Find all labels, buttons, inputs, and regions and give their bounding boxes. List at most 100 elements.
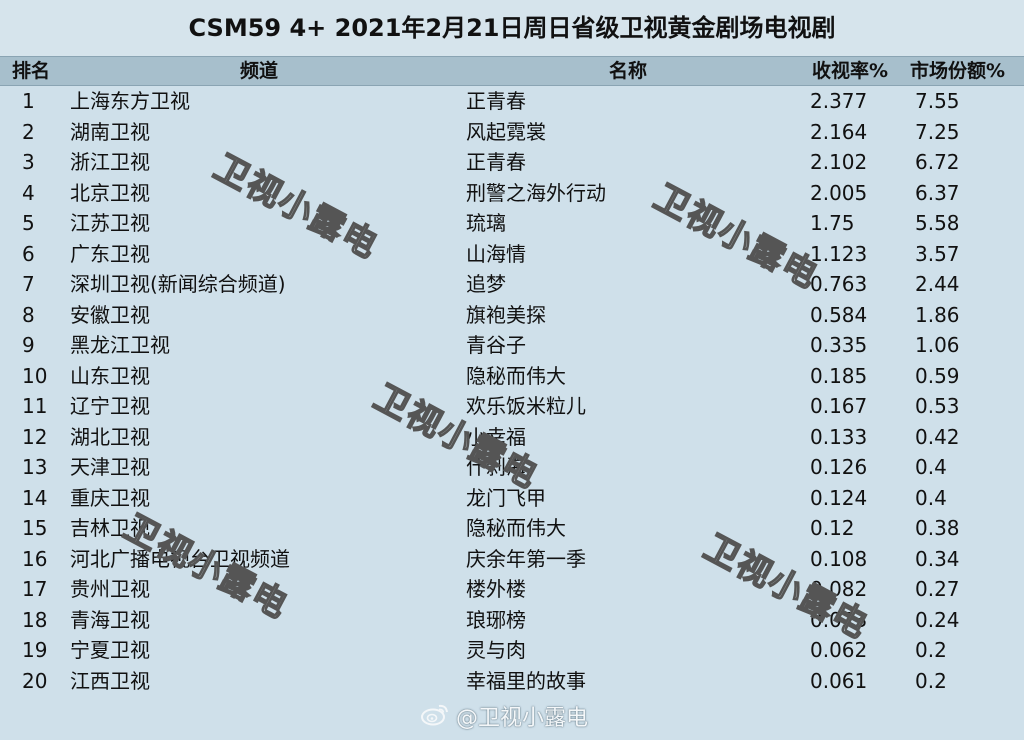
channel-cell: 河北广播电视台卫视频道 [70, 546, 290, 571]
table-row: 6 广东卫视 山海情 1.123 3.57 [0, 239, 1024, 270]
weibo-icon [420, 702, 450, 736]
table-row: 10 山东卫视 隐秘而伟大 0.185 0.59 [0, 361, 1024, 392]
rank-cell: 19 [22, 638, 48, 662]
table-row: 8 安徽卫视 旗袍美探 0.584 1.86 [0, 300, 1024, 331]
share-cell: 0.27 [915, 577, 960, 601]
share-cell: 7.25 [915, 119, 960, 144]
share-cell: 1.06 [915, 333, 960, 357]
table-row: 2 湖南卫视 风起霓裳 2.164 7.25 [0, 117, 1024, 148]
drama-cell: 什刹海 [466, 455, 526, 479]
rating-cell: 0.108 [810, 546, 868, 571]
table-row: 5 江苏卫视 琉璃 1.75 5.58 [0, 208, 1024, 239]
share-cell: 0.2 [915, 638, 947, 662]
share-cell: 3.57 [915, 241, 960, 266]
channel-cell: 浙江卫视 [70, 150, 150, 174]
share-cell: 7.55 [915, 89, 960, 113]
channel-cell: 重庆卫视 [70, 485, 150, 510]
rating-cell: 0.335 [810, 333, 868, 357]
share-cell: 0.34 [915, 546, 960, 571]
rank-cell: 13 [22, 455, 48, 479]
share-cell: 0.4 [915, 455, 947, 479]
table-row: 7 深圳卫视(新闻综合频道) 追梦 0.763 2.44 [0, 269, 1024, 300]
ratings-page: CSM59 4+ 2021年2月21日周日省级卫视黄金剧场电视剧 排名 频道 名… [0, 0, 1024, 740]
rank-cell: 9 [22, 333, 35, 357]
header-drama: 名称 [609, 60, 648, 82]
table-body: 1 上海东方卫视 正青春 2.377 7.55 2 湖南卫视 风起霓裳 2.164 7.25 3 浙江… [0, 86, 1024, 696]
channel-cell: 湖北卫视 [70, 424, 150, 449]
drama-cell: 青谷子 [466, 333, 526, 357]
table-row: 3 浙江卫视 正青春 2.102 6.72 [0, 147, 1024, 178]
drama-cell: 风起霓裳 [466, 119, 546, 144]
table-row: 11 辽宁卫视 欢乐饭米粒儿 0.167 0.53 [0, 391, 1024, 422]
rating-cell: 0.584 [810, 302, 868, 327]
rank-cell: 20 [22, 668, 48, 693]
channel-cell: 山东卫视 [70, 363, 150, 388]
channel-cell: 辽宁卫视 [70, 394, 150, 418]
drama-cell: 旗袍美探 [466, 302, 546, 327]
footer-watermark: @卫视小露电 [420, 702, 588, 734]
header-share: 市场份额% [910, 60, 1006, 82]
share-cell: 0.2 [915, 668, 947, 693]
rating-cell: 1.75 [810, 211, 855, 235]
table-row: 13 天津卫视 什刹海 0.126 0.4 [0, 452, 1024, 483]
channel-cell: 安徽卫视 [70, 302, 150, 327]
rating-cell: 0.133 [810, 424, 868, 449]
share-cell: 0.53 [915, 394, 960, 418]
channel-cell: 上海东方卫视 [70, 89, 190, 113]
drama-cell: 正青春 [466, 89, 526, 113]
rating-cell: 0.073 [810, 607, 868, 632]
share-cell: 0.59 [915, 363, 960, 388]
rating-cell: 0.062 [810, 638, 868, 662]
channel-cell: 北京卫视 [70, 180, 150, 205]
share-cell: 6.37 [915, 180, 960, 205]
rank-cell: 1 [22, 89, 35, 113]
share-cell: 0.38 [915, 516, 960, 540]
channel-cell: 天津卫视 [70, 455, 150, 479]
rank-cell: 5 [22, 211, 35, 235]
table-row: 20 江西卫视 幸福里的故事 0.061 0.2 [0, 666, 1024, 697]
drama-cell: 隐秘而伟大 [466, 363, 566, 388]
channel-cell: 青海卫视 [70, 607, 150, 632]
rating-cell: 0.763 [810, 272, 868, 296]
rank-cell: 6 [22, 241, 35, 266]
share-cell: 0.42 [915, 424, 960, 449]
table-row: 16 河北广播电视台卫视频道 庆余年第一季 0.108 0.34 [0, 544, 1024, 575]
channel-cell: 广东卫视 [70, 241, 150, 266]
share-cell: 0.4 [915, 485, 947, 510]
share-cell: 5.58 [915, 211, 960, 235]
drama-cell: 琅琊榜 [466, 607, 526, 632]
channel-cell: 深圳卫视(新闻综合频道) [70, 272, 286, 296]
rating-cell: 2.164 [810, 119, 868, 144]
drama-cell: 幸福里的故事 [466, 668, 586, 693]
drama-cell: 楼外楼 [466, 577, 526, 601]
rank-cell: 15 [22, 516, 48, 540]
rank-cell: 10 [22, 363, 48, 388]
rank-cell: 7 [22, 272, 35, 296]
rank-cell: 18 [22, 607, 48, 632]
drama-cell: 龙门飞甲 [466, 485, 546, 510]
share-cell: 1.86 [915, 302, 960, 327]
table-row: 17 贵州卫视 楼外楼 0.082 0.27 [0, 574, 1024, 605]
table-row: 4 北京卫视 刑警之海外行动 2.005 6.37 [0, 178, 1024, 209]
rank-cell: 3 [22, 150, 35, 174]
share-cell: 6.72 [915, 150, 960, 174]
rating-cell: 0.12 [810, 516, 855, 540]
table-row: 18 青海卫视 琅琊榜 0.073 0.24 [0, 605, 1024, 636]
rating-cell: 0.061 [810, 668, 868, 693]
rank-cell: 14 [22, 485, 48, 510]
rating-cell: 2.102 [810, 150, 868, 174]
channel-cell: 江西卫视 [70, 668, 150, 693]
drama-cell: 庆余年第一季 [466, 546, 586, 571]
drama-cell: 追梦 [466, 272, 506, 296]
table-header: 排名 频道 名称 收视率% 市场份额% [0, 56, 1024, 86]
table-row: 12 湖北卫视 小幸福 0.133 0.42 [0, 422, 1024, 453]
drama-cell: 正青春 [466, 150, 526, 174]
rating-cell: 0.082 [810, 577, 868, 601]
drama-cell: 欢乐饭米粒儿 [466, 394, 586, 418]
drama-cell: 小幸福 [466, 424, 526, 449]
rating-cell: 0.185 [810, 363, 868, 388]
header-rating: 收视率% [812, 60, 889, 82]
rating-cell: 2.005 [810, 180, 868, 205]
channel-cell: 湖南卫视 [70, 119, 150, 144]
rating-cell: 0.126 [810, 455, 868, 479]
